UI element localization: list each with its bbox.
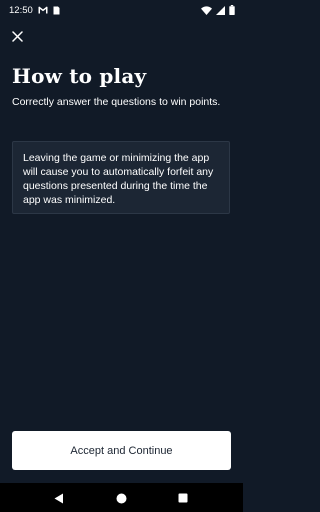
- accept-and-continue-button[interactable]: Accept and Continue: [12, 431, 231, 470]
- back-button[interactable]: [51, 490, 67, 506]
- recents-button[interactable]: [175, 490, 191, 506]
- status-bar: 12:50: [0, 0, 243, 20]
- signal-icon: [216, 5, 225, 15]
- page-title: How to play: [12, 64, 147, 88]
- close-icon: [11, 30, 23, 42]
- page-subtitle: Correctly answer the questions to win po…: [12, 96, 221, 108]
- home-icon: [116, 493, 126, 503]
- sim-card-icon: [53, 6, 60, 15]
- warning-card: Leaving the game or minimizing the app w…: [12, 141, 230, 214]
- wifi-icon: [201, 5, 212, 15]
- warning-text: Leaving the game or minimizing the app w…: [23, 152, 214, 206]
- status-time: 12:50: [9, 4, 33, 16]
- gmail-icon: [38, 6, 48, 14]
- status-right: [201, 5, 235, 15]
- close-button[interactable]: [8, 27, 26, 45]
- home-button[interactable]: [113, 490, 129, 506]
- battery-icon: [229, 5, 235, 15]
- how-to-play-screen: 12:50 How to play Correctly answer the q…: [0, 0, 243, 512]
- back-icon: [54, 493, 63, 503]
- status-left: 12:50: [9, 5, 60, 16]
- navigation-bar: [0, 483, 243, 512]
- recents-icon: [178, 493, 188, 503]
